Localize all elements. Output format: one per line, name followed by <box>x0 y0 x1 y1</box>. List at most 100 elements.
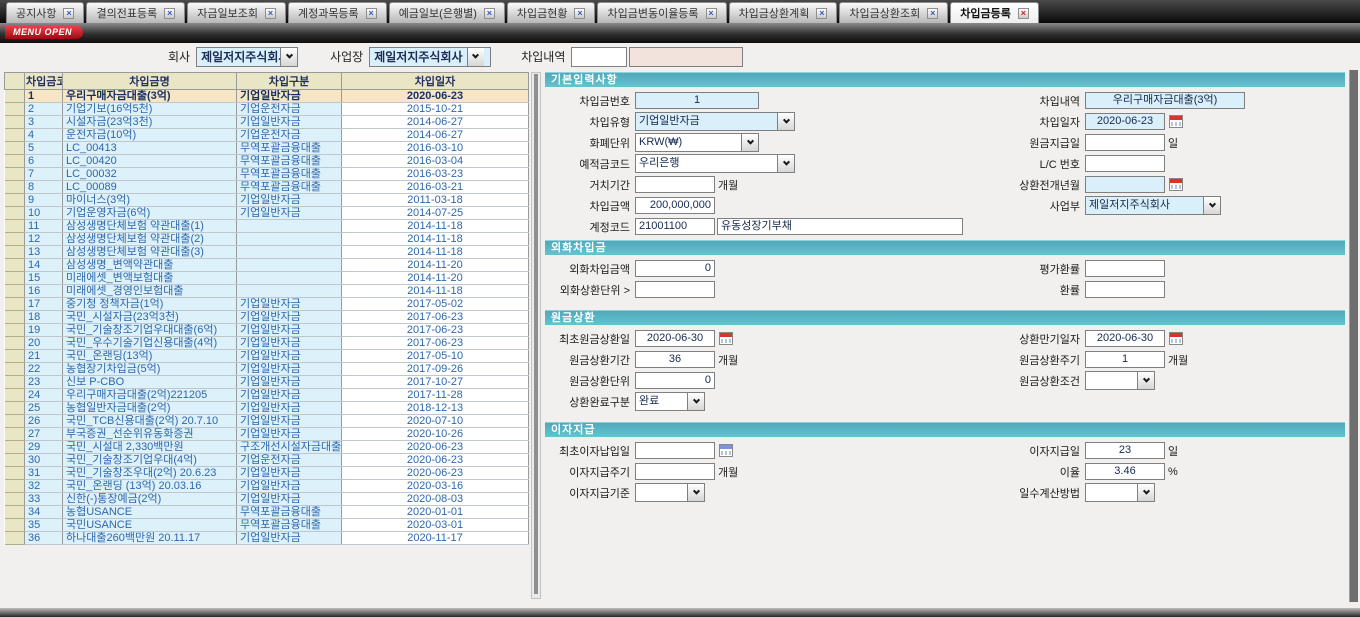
loan-code-cell[interactable]: 20 <box>25 337 63 350</box>
tab-8[interactable]: 차입금상환계획× <box>729 2 838 23</box>
row-selector[interactable] <box>5 454 25 467</box>
loan-name-cell[interactable]: 농협일반자금대출(2억) <box>63 402 237 415</box>
loan-code-cell[interactable]: 18 <box>25 311 63 324</box>
row-selector[interactable] <box>5 246 25 259</box>
table-row[interactable]: 6LC_00420무역포괄금융대출2016-03-04 <box>5 155 529 168</box>
table-row[interactable]: 30국민_기술창조기업우대(4억)기업운전자금2020-06-23 <box>5 454 529 467</box>
loan-type-cell[interactable]: 기업일반자금 <box>237 324 342 337</box>
table-row[interactable]: 12삼성생명단체보험 약관대출(2) 2014-11-18 <box>5 233 529 246</box>
table-row[interactable]: 13삼성생명단체보험 약관대출(3)2014-11-18 <box>5 246 529 259</box>
row-selector[interactable] <box>5 480 25 493</box>
loan-code-cell[interactable]: 10 <box>25 207 63 220</box>
loan-name-cell[interactable]: 미래에셋_경영인보험대출 <box>63 285 237 298</box>
loan-code-cell[interactable]: 13 <box>25 246 63 259</box>
loan-name-cell[interactable]: 농협USANCE <box>63 506 237 519</box>
loan-type-cell[interactable]: 기업일반자금 <box>237 402 342 415</box>
loan-code-cell[interactable]: 7 <box>25 168 63 181</box>
loan-date-cell[interactable]: 2020-08-03 <box>342 493 529 506</box>
scrollbar-thumb[interactable] <box>534 74 538 594</box>
loan-code-cell[interactable]: 5 <box>25 142 63 155</box>
table-row[interactable]: 33신한(-)통장예금(2억)기업일반자금2020-08-03 <box>5 493 529 506</box>
chevron-down-icon[interactable] <box>280 48 297 66</box>
loan-name-cell[interactable]: 국민_시설대 2,330백만원 <box>63 441 237 454</box>
table-row[interactable]: 32국민_온랜딩 (13억) 20.03.16기업일반자금2020-03-16 <box>5 480 529 493</box>
table-row[interactable]: 19국민_기술창조기업우대대출(6억)기업일반자금2017-06-23 <box>5 324 529 337</box>
row-selector[interactable] <box>5 389 25 402</box>
chevron-down-icon[interactable] <box>467 48 484 66</box>
table-row[interactable]: 14삼성생명_변액약관대출2014-11-20 <box>5 259 529 272</box>
loan-date-cell[interactable]: 2020-06-23 <box>342 454 529 467</box>
table-row[interactable]: 11삼성생명단체보험 약관대출(1)2014-11-18 <box>5 220 529 233</box>
loan-code-cell[interactable]: 33 <box>25 493 63 506</box>
table-row[interactable]: 27부국증권_선순위유동화증권기업일반자금2020-10-26 <box>5 428 529 441</box>
row-selector[interactable] <box>5 493 25 506</box>
tab-5[interactable]: 예금일보(은행별)× <box>389 2 505 23</box>
loan-code-cell[interactable]: 24 <box>25 389 63 402</box>
table-row[interactable]: 15미래에셋_변액보험대출2014-11-20 <box>5 272 529 285</box>
loan-name-cell[interactable]: 우리구매자금대출(3억) <box>63 90 237 103</box>
loan-name-cell[interactable]: LC_00089 <box>63 181 237 194</box>
tab-4[interactable]: 계정과목등록× <box>288 2 387 23</box>
loan-name-cell[interactable]: 삼성생명단체보험 약관대출(2) <box>63 233 237 246</box>
loan-date-cell[interactable]: 2020-06-23 <box>342 90 529 103</box>
loan-type-cell[interactable]: 기업일반자금 <box>237 298 342 311</box>
loan-name-cell[interactable]: 하나대출260백만원 20.11.17 <box>63 532 237 545</box>
table-row[interactable]: 21국민_온랜딩(13억)기업일반자금2017-05-10 <box>5 350 529 363</box>
loan-name-cell[interactable]: 기업운영자금(6억) <box>63 207 237 220</box>
row-selector[interactable] <box>5 168 25 181</box>
loan-code-cell[interactable]: 36 <box>25 532 63 545</box>
loan-date-cell[interactable]: 2020-03-01 <box>342 519 529 532</box>
loan-date-cell[interactable]: 2016-03-04 <box>342 155 529 168</box>
loan-amount-field[interactable]: 200,000,000 <box>635 197 715 214</box>
loan-date-cell[interactable]: 2016-03-10 <box>342 142 529 155</box>
loan-date-cell[interactable]: 2014-11-18 <box>342 233 529 246</box>
maturity-date-field[interactable]: 2020-06-30 <box>1085 330 1165 347</box>
loan-date-field[interactable]: 2020-06-23 <box>1085 113 1165 130</box>
first-interest-date-field[interactable] <box>635 442 715 459</box>
chevron-down-icon[interactable] <box>687 484 704 501</box>
loan-type-cell[interactable]: 무역포괄금융대출 <box>237 181 342 194</box>
row-selector[interactable] <box>5 324 25 337</box>
loan-name-cell[interactable]: 기업기보(16억5천) <box>63 103 237 116</box>
loan-name-cell[interactable]: 미래에셋_변액보험대출 <box>63 272 237 285</box>
lc-no-field[interactable] <box>1085 155 1165 172</box>
row-selector[interactable] <box>5 337 25 350</box>
loan-type-cell[interactable]: 구조개선시설자금대출 <box>237 441 342 454</box>
loan-type-cell[interactable]: 기업일반자금 <box>237 493 342 506</box>
table-row[interactable]: 3시설자금(23억3천)기업일반자금2014-06-27 <box>5 116 529 129</box>
loan-type-cell[interactable]: 기업일반자금 <box>237 376 342 389</box>
loan-date-cell[interactable]: 2017-05-02 <box>342 298 529 311</box>
loan-date-cell[interactable]: 2016-03-21 <box>342 181 529 194</box>
loan-name-cell[interactable]: 국민_TCB신용대출(2억) 20.7.10 <box>63 415 237 428</box>
row-selector[interactable] <box>5 506 25 519</box>
row-selector[interactable] <box>5 350 25 363</box>
row-selector[interactable] <box>5 181 25 194</box>
repay-unit-field[interactable]: 0 <box>635 372 715 389</box>
loan-type-cell[interactable]: 기업운전자금 <box>237 103 342 116</box>
loan-type-cell[interactable]: 기업일반자금 <box>237 467 342 480</box>
principal-pay-day-field[interactable] <box>1085 134 1165 151</box>
loan-date-cell[interactable]: 2017-06-23 <box>342 311 529 324</box>
row-selector[interactable] <box>5 259 25 272</box>
table-row[interactable]: 18국민_시설자금(23억3천)기업일반자금2017-06-23 <box>5 311 529 324</box>
loan-date-cell[interactable]: 2014-11-20 <box>342 259 529 272</box>
chevron-down-icon[interactable] <box>741 134 758 151</box>
row-selector[interactable] <box>5 428 25 441</box>
loan-date-cell[interactable]: 2017-10-27 <box>342 376 529 389</box>
row-selector[interactable] <box>5 207 25 220</box>
row-selector[interactable] <box>5 103 25 116</box>
table-row[interactable]: 10기업운영자금(6억)기업일반자금2014-07-25 <box>5 207 529 220</box>
loan-type-cell[interactable]: 기업일반자금 <box>237 480 342 493</box>
table-row[interactable]: 26국민_TCB신용대출(2억) 20.7.10기업일반자금2020-07-10 <box>5 415 529 428</box>
chevron-down-icon[interactable] <box>1137 484 1154 501</box>
tab-2[interactable]: 결의전표등록× <box>86 2 185 23</box>
loan-code-cell[interactable]: 12 <box>25 233 63 246</box>
loan-date-cell[interactable]: 2014-11-18 <box>342 285 529 298</box>
row-selector[interactable] <box>5 467 25 480</box>
loan-code-cell[interactable]: 23 <box>25 376 63 389</box>
loan-date-cell[interactable]: 2014-07-25 <box>342 207 529 220</box>
loan-type-cell[interactable]: 무역포괄금융대출 <box>237 155 342 168</box>
repay-open-month-field[interactable] <box>1085 176 1165 193</box>
loan-name-cell[interactable]: 삼성생명단체보험 약관대출(1) <box>63 220 237 233</box>
loan-type-cell[interactable]: 무역포괄금융대출 <box>237 142 342 155</box>
